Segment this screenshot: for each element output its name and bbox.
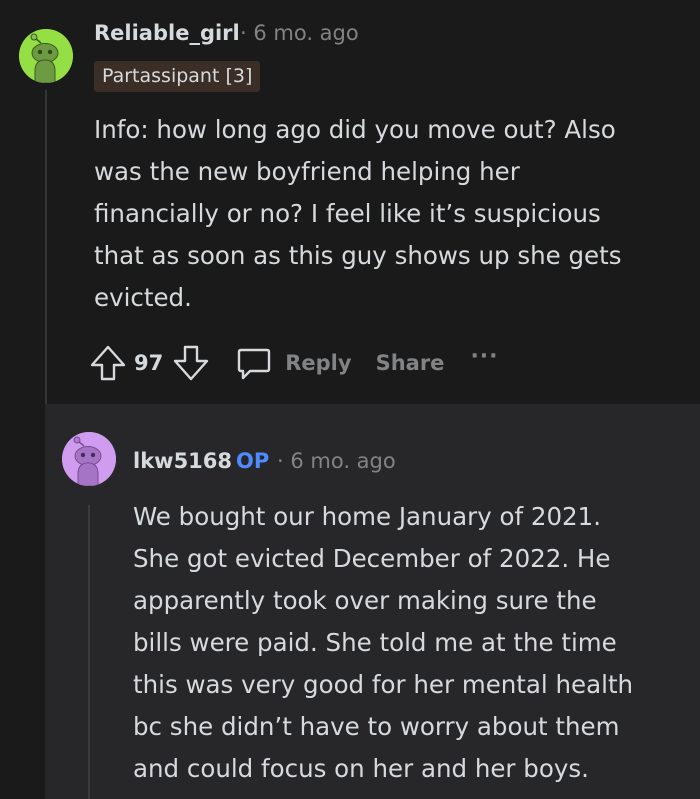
- share-button[interactable]: Share: [376, 351, 445, 375]
- op-badge: OP: [236, 449, 270, 473]
- more-options-button[interactable]: ···: [470, 346, 498, 368]
- upvote-button[interactable]: [88, 343, 128, 383]
- speech-bubble-icon: [238, 348, 271, 380]
- comment-author[interactable]: lkw5168: [133, 449, 232, 473]
- snoo-avatar-icon: [62, 432, 116, 486]
- parent-comment: Reliable_girl · 6 mo. ago Partassipant […: [0, 0, 700, 799]
- reply-button[interactable]: Reply: [235, 344, 352, 382]
- snoo-avatar-icon: [19, 29, 73, 83]
- comment-body: Info: how long ago did you move out? Als…: [94, 115, 622, 312]
- comment-action-bar: 97 Reply Share ···: [88, 340, 499, 386]
- reply-label: Reply: [285, 351, 352, 375]
- comment-timestamp: · 6 mo. ago: [277, 449, 396, 473]
- vote-count: 97: [134, 351, 164, 375]
- upvote-arrow-icon: [90, 345, 126, 381]
- user-avatar[interactable]: [19, 29, 73, 83]
- reply-body: We bought our home January of 2021. She …: [133, 502, 634, 783]
- user-avatar[interactable]: [62, 432, 116, 486]
- comment-author[interactable]: Reliable_girl: [94, 21, 240, 45]
- downvote-arrow-icon: [174, 345, 209, 381]
- downvote-button[interactable]: [171, 343, 211, 383]
- comment-timestamp: · 6 mo. ago: [240, 21, 359, 45]
- comment-thread: Reliable_girl · 6 mo. ago Partassipant […: [0, 0, 700, 799]
- user-flair: Partassipant [3]: [94, 61, 261, 92]
- reply-thread-collapse-line[interactable]: [88, 505, 90, 799]
